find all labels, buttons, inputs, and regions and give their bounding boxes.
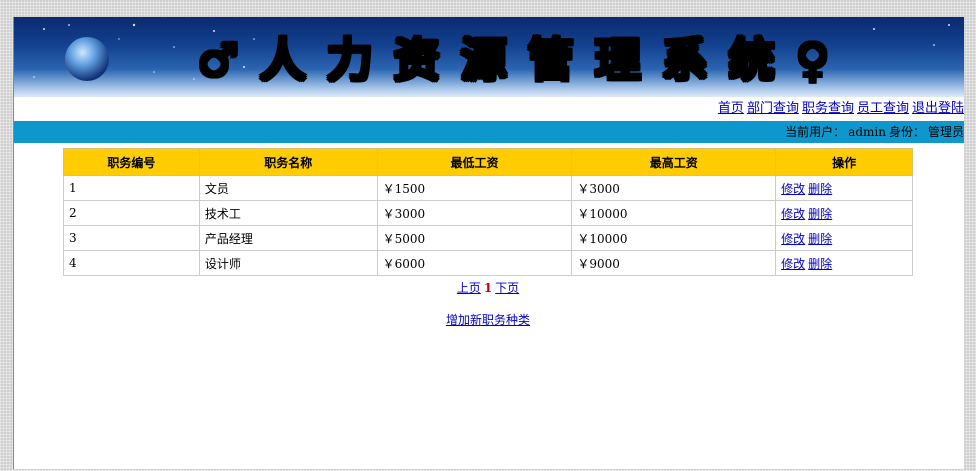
add-position-link[interactable]: 增加新职务种类: [446, 313, 530, 327]
table-row: 2 技术工 ￥3000 ￥10000 修改 删除: [63, 200, 913, 226]
nav-link-employee-query[interactable]: 员工查询: [857, 101, 909, 116]
site-banner: ♂人力资源管理系统♀: [14, 17, 964, 97]
cell-max-salary: ￥10000: [571, 200, 777, 226]
cell-max-salary: ￥9000: [571, 250, 777, 276]
cell-id: 1: [63, 175, 200, 201]
nav-link-home[interactable]: 首页: [718, 101, 744, 116]
delete-link[interactable]: 删除: [808, 232, 832, 246]
table-row: 3 产品经理 ￥5000 ￥10000 修改 删除: [63, 225, 913, 251]
add-position-row: 增加新职务种类: [63, 311, 913, 328]
current-user-label: 当前用户：: [785, 125, 846, 139]
cell-name: 设计师: [198, 250, 378, 276]
role-value: 管理员: [927, 125, 964, 139]
cell-min-salary: ￥6000: [376, 250, 573, 276]
cell-min-salary: ￥1500: [376, 175, 573, 201]
current-page: 1: [483, 281, 493, 295]
edit-link[interactable]: 修改: [781, 232, 805, 246]
cell-id: 4: [63, 250, 200, 276]
cell-max-salary: ￥3000: [571, 175, 777, 201]
table-row: 1 文员 ￥1500 ￥3000 修改 删除: [63, 175, 913, 201]
banner-title: ♂人力资源管理系统♀: [197, 33, 851, 87]
nav-link-position-query[interactable]: 职务查询: [802, 101, 854, 116]
top-nav: 首页 部门查询 职务查询 员工查询 退出登陆: [14, 97, 964, 121]
column-header-actions: 操作: [775, 148, 913, 176]
pagination: 上页 1 下页: [63, 279, 913, 296]
banner-title-wrap: ♂人力资源管理系统♀: [14, 17, 964, 97]
cell-actions: 修改 删除: [775, 250, 913, 276]
cell-name: 文员: [198, 175, 378, 201]
cell-id: 3: [63, 225, 200, 251]
table-row: 4 设计师 ￥6000 ￥9000 修改 删除: [63, 250, 913, 276]
nav-link-department-query[interactable]: 部门查询: [747, 101, 799, 116]
role-label: 身份：: [888, 125, 925, 139]
cell-max-salary: ￥10000: [571, 225, 777, 251]
prev-page-link[interactable]: 上页: [457, 281, 481, 295]
column-header-min-salary: 最低工资: [376, 148, 573, 176]
edit-link[interactable]: 修改: [781, 257, 805, 271]
delete-link[interactable]: 删除: [808, 257, 832, 271]
table-header-row: 职务编号 职务名称 最低工资 最高工资 操作: [63, 148, 913, 176]
cell-actions: 修改 删除: [775, 175, 913, 201]
current-user-name: admin: [848, 125, 886, 139]
position-table: 职务编号 职务名称 最低工资 最高工资 操作 1 文员 ￥1500 ￥3000 …: [63, 148, 913, 276]
delete-link[interactable]: 删除: [808, 207, 832, 221]
cell-name: 产品经理: [198, 225, 378, 251]
cell-actions: 修改 删除: [775, 225, 913, 251]
user-status-bar: 当前用户： admin 身份： 管理员: [14, 121, 964, 143]
cell-name: 技术工: [198, 200, 378, 226]
cell-actions: 修改 删除: [775, 200, 913, 226]
main-frame: ♂人力资源管理系统♀ 首页 部门查询 职务查询 员工查询 退出登陆 当前用户： admin…: [13, 17, 964, 469]
column-header-id: 职务编号: [63, 148, 200, 176]
cell-id: 2: [63, 200, 200, 226]
delete-link[interactable]: 删除: [808, 182, 832, 196]
column-header-max-salary: 最高工资: [571, 148, 777, 176]
cell-min-salary: ￥5000: [376, 225, 573, 251]
edit-link[interactable]: 修改: [781, 207, 805, 221]
edit-link[interactable]: 修改: [781, 182, 805, 196]
nav-link-logout[interactable]: 退出登陆: [912, 101, 964, 116]
next-page-link[interactable]: 下页: [495, 281, 519, 295]
column-header-name: 职务名称: [198, 148, 378, 176]
cell-min-salary: ￥3000: [376, 200, 573, 226]
